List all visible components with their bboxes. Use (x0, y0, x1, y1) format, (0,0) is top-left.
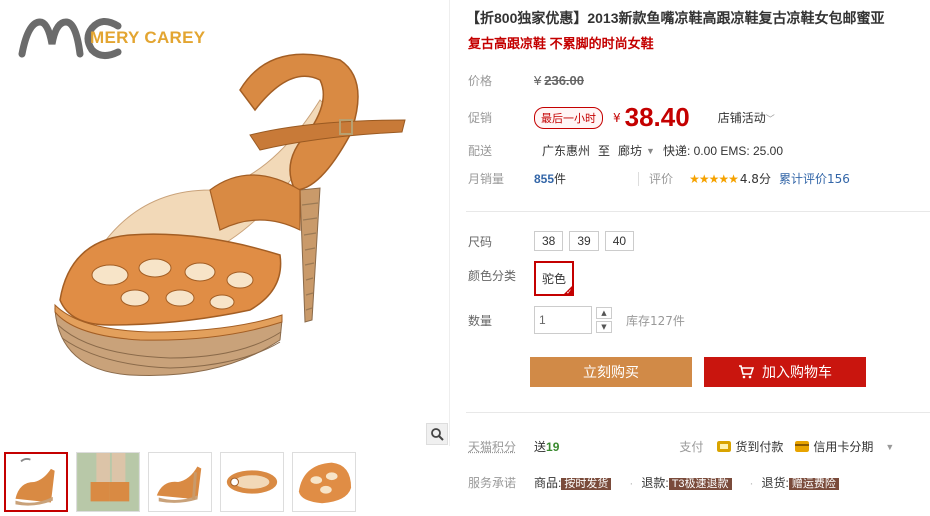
ship-from: 广东惠州 (542, 144, 591, 158)
separator (466, 412, 930, 413)
quantity-stepper: ▲ ▼ (596, 307, 612, 333)
service-item-shipping: 商品: 按时发货 (534, 474, 612, 491)
separator (466, 211, 930, 212)
shipping-row: 配送 广东惠州 至 廊坊 ▼ 快递: 0.00 EMS: 25.00 (468, 142, 791, 159)
main-product-image[interactable]: MERY CAREY (0, 0, 450, 446)
color-label: 颜色分类 (468, 269, 517, 283)
points-value: 送19 (534, 440, 560, 454)
thumbnail-1[interactable] (4, 452, 68, 512)
thumbnail-3[interactable] (148, 452, 212, 512)
rating-score: 4.8分 (739, 172, 771, 186)
price-row: 价格 ¥236.00 (468, 72, 584, 89)
thumbnail-2[interactable] (76, 452, 140, 512)
payment-label: 支付 (679, 440, 704, 454)
quantity-row: 数量 ▲ ▼ 库存127件 (468, 306, 685, 334)
quantity-decrease-button[interactable]: ▼ (596, 321, 612, 333)
ship-to-dropdown[interactable]: 廊坊 (618, 142, 642, 159)
service-row: 服务承诺 商品: 按时发货 · 退款: T3极速退款 · 退货: 赠运费险 (468, 474, 849, 491)
promo-price: 38.40 (624, 102, 690, 132)
product-title: 【折800独家优惠】2013新款鱼嘴凉鞋高跟凉鞋复古凉鞋女包邮蜜亚 (466, 10, 885, 26)
reviews-link[interactable]: 累计评价156 (779, 170, 850, 187)
product-gallery: MERY CAREY (0, 0, 450, 516)
quantity-label: 数量 (468, 313, 493, 328)
quantity-increase-button[interactable]: ▲ (596, 307, 612, 319)
color-row: 颜色分类 驼色 ✓ (468, 261, 575, 296)
size-option-39[interactable]: 39 (569, 231, 599, 251)
price-label: 价格 (468, 74, 493, 88)
add-to-cart-label: 加入购物车 (762, 364, 832, 380)
sales-count: 855 (534, 171, 555, 186)
credit-card-icon (795, 441, 810, 452)
pay-credit-card[interactable]: 信用卡分期 (795, 438, 873, 455)
quantity-input[interactable] (534, 306, 592, 334)
color-option-selected[interactable]: 驼色 ✓ (534, 261, 575, 296)
ship-to-word: 至 (598, 144, 611, 158)
size-label: 尺码 (468, 234, 493, 249)
shoe-image (54, 53, 406, 377)
chevron-down-icon[interactable]: ▼ (885, 442, 894, 452)
thumbnail-5[interactable] (292, 452, 356, 512)
thumbnail-4[interactable] (220, 452, 284, 512)
promo-row: 促销 最后一小时 ¥ 38.40 店铺活动﹀ (468, 102, 775, 133)
zoom-icon[interactable] (426, 423, 448, 445)
points-payment-row: 天猫积分 送19 支付 货到付款 信用卡分期 ▼ (468, 438, 894, 455)
cart-icon (739, 365, 754, 379)
sales-row: 月销量 855 件 评价 ★★★★★ 4.8分 累计评价156 (468, 170, 850, 187)
promo-label: 促销 (468, 111, 493, 125)
size-option-38[interactable]: 38 (534, 231, 564, 251)
divider (638, 171, 640, 186)
original-price: ¥236.00 (534, 73, 584, 88)
add-to-cart-button[interactable]: 加入购物车 (704, 357, 866, 387)
stock-info: 库存127件 (626, 313, 685, 328)
chevron-down-icon[interactable]: ▼ (646, 146, 655, 156)
promo-currency: ¥ (613, 110, 621, 125)
size-row: 尺码 38 39 40 (468, 231, 640, 251)
star-rating-icon: ★★★★★ (689, 171, 739, 186)
shop-activity-dropdown[interactable]: 店铺活动﹀ (718, 109, 775, 126)
promo-tag: 最后一小时 (534, 106, 603, 129)
rating-label: 评价 (649, 172, 674, 186)
service-label: 服务承诺 (468, 476, 517, 490)
buy-now-button[interactable]: 立刻购买 (530, 357, 692, 387)
sales-unit: 件 (554, 172, 567, 186)
cod-icon (717, 441, 732, 452)
color-option-label: 驼色 (542, 272, 567, 286)
service-item-return: 退货: 赠运费险 (762, 474, 839, 491)
chevron-down-icon: ﹀ (765, 114, 775, 124)
product-subtitle: 复古高跟凉鞋 不累脚的时尚女鞋 (468, 36, 654, 51)
product-info: 【折800独家优惠】2013新款鱼嘴凉鞋高跟凉鞋复古凉鞋女包邮蜜亚 复古高跟凉鞋… (466, 0, 930, 516)
size-option-40[interactable]: 40 (604, 231, 635, 251)
service-item-refund: 退款: T3极速退款 (641, 474, 732, 491)
pay-cod[interactable]: 货到付款 (717, 438, 783, 455)
points-label[interactable]: 天猫积分 (468, 438, 534, 455)
sales-label: 月销量 (468, 172, 505, 186)
thumbnail-strip (0, 452, 356, 512)
shipping-label: 配送 (468, 144, 493, 158)
shipping-fees: 快递: 0.00 EMS: 25.00 (662, 144, 784, 158)
